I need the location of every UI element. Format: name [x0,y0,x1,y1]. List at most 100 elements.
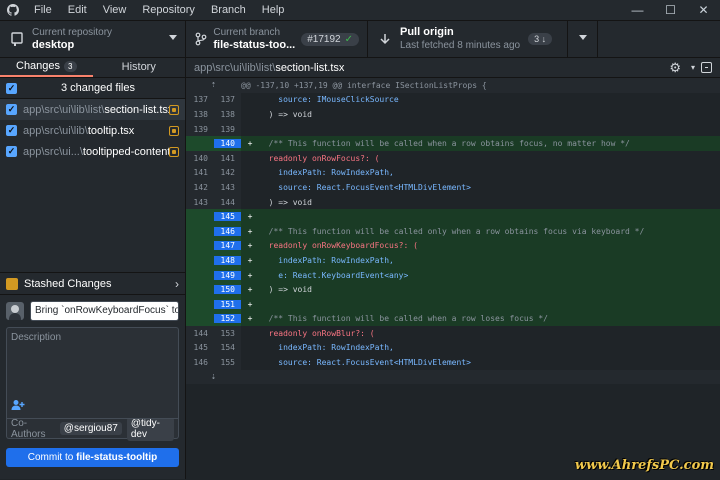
diff-line-added[interactable]: 146 + /** This function will be called on… [186,223,720,239]
line-gutter[interactable]: 138 138 [186,107,241,122]
pull-origin-button[interactable]: Pull origin Last fetched 8 minutes ago 3… [368,21,568,57]
description-placeholder: Description [11,332,62,343]
stash-icon [6,277,18,290]
line-gutter[interactable]: 150 [186,282,241,297]
menu-help[interactable]: Help [254,0,293,20]
pr-number: #17192 [307,33,341,45]
commit-summary-input[interactable]: Bring `onRowKeyboardFocus` to `Se [30,301,179,321]
file-checkbox[interactable]: ✓ [6,146,17,157]
line-gutter[interactable]: 148 [186,253,241,268]
line-gutter[interactable]: 141 142 [186,165,241,181]
diff-line-added[interactable]: 149 + e: React.KeyboardEvent<any> [186,267,720,283]
diff-line-added[interactable]: 150 + ) => void [186,282,720,297]
file-checkbox[interactable]: ✓ [6,104,17,115]
tab-changes[interactable]: Changes 3 [0,58,93,77]
diff-line-context[interactable]: 142 143 source: React.FocusEvent<HTMLDivE… [186,180,720,195]
minimize-icon[interactable]: — [621,0,654,20]
branch-icon [194,32,207,46]
line-gutter[interactable]: 144 153 [186,326,241,341]
line-gutter[interactable]: 146 155 [186,355,241,370]
new-line-number: 146 [214,226,241,236]
commit-description-field[interactable]: Description [6,327,179,419]
window-controls: — ☐ ✕ [621,0,720,20]
repository-selector[interactable]: Current repository desktop [0,21,186,57]
old-line-number: 141 [193,168,208,178]
pull-count: 3 [534,34,540,44]
file-checkbox[interactable]: ✓ [6,125,17,136]
code-text: ) => void [259,285,312,295]
menu-repository[interactable]: Repository [134,0,203,20]
branch-selector[interactable]: Current branch file-status-too... #17192… [186,21,368,57]
diff-line-context[interactable]: 138 138 ) => void [186,107,720,122]
line-gutter[interactable]: 149 [186,267,241,283]
hunk-footer: ⇣ [186,369,720,385]
coauthor-chip[interactable]: @tidy-dev [126,416,174,441]
diff-line-added[interactable]: 151 + [186,296,720,312]
repo-label: Current repository [32,27,113,38]
file-list-item[interactable]: ✓ app\src\ui\lib\tooltip.tsx [0,120,185,141]
diff-line-added[interactable]: 148 + indexPath: RowIndexPath, [186,253,720,268]
new-line-number: 149 [214,270,241,280]
diff-line-context[interactable]: 143 144 ) => void [186,194,720,210]
line-gutter[interactable]: 137 137 [186,92,241,108]
code-text: indexPath: RowIndexPath, [259,343,394,353]
menu-view[interactable]: View [95,0,135,20]
diff-line-context[interactable]: 140 141 readonly onRowFocus?: ( [186,150,720,166]
diff-line-added[interactable]: 152 + /** This function will be called wh… [186,311,720,327]
pull-request-badge[interactable]: #17192 ✓ [301,32,359,46]
stashed-changes-row[interactable]: Stashed Changes › [0,272,185,295]
sidebar-tabs: Changes 3 History [0,58,185,78]
pull-label: Pull origin [400,26,454,38]
gear-icon[interactable]: ⚙ [669,60,681,76]
diff-line-added[interactable]: 140 + /** This function will be called wh… [186,136,720,151]
diff-line-context[interactable]: 141 142 indexPath: RowIndexPath, [186,165,720,181]
maximize-icon[interactable]: ☐ [654,0,687,20]
diff-line-context[interactable]: 139 139 [186,121,720,137]
diff-line-context[interactable]: 146 155 source: React.FocusEvent<HTMLDivE… [186,355,720,370]
pull-dropdown-button[interactable] [568,21,598,57]
select-all-checkbox[interactable]: ✓ [6,82,17,94]
new-line-number: 151 [214,299,241,309]
line-gutter[interactable]: 140 [186,136,241,151]
line-gutter[interactable]: 152 [186,311,241,327]
diff-line-added[interactable]: 147 + readonly onRowKeyboardFocus?: ( [186,238,720,254]
file-dir: app\src\ui\lib\ [23,124,88,137]
line-gutter[interactable]: 151 [186,296,241,312]
diff-line-context[interactable]: 137 137 source: IMouseClickSource [186,92,720,108]
tab-history[interactable]: History [93,58,186,77]
branch-label: Current branch [213,27,281,38]
menu-file[interactable]: File [26,0,60,20]
menu-edit[interactable]: Edit [60,0,95,20]
changed-files-header: ✓ 3 changed files [0,78,185,99]
new-line-number: 141 [220,153,235,163]
coauthor-chip[interactable]: @sergiou87 [59,422,122,435]
new-line-number: 139 [220,124,235,134]
expand-down-icon[interactable]: ⇣ [186,372,241,382]
expand-up-icon[interactable]: ⇡ [186,80,241,90]
line-gutter[interactable]: 143 144 [186,194,241,210]
code-text: ) => void [259,197,312,207]
chevron-down-icon[interactable]: ▾ [691,63,695,72]
line-gutter[interactable]: 140 141 [186,150,241,166]
diff-lines: ⇡ @@ -137,10 +137,19 @@ interface ISecti… [186,78,720,370]
line-gutter[interactable]: 139 139 [186,121,241,137]
line-gutter[interactable]: 147 [186,238,241,254]
new-line-number: 148 [214,255,241,265]
file-list-item[interactable]: ✓ app\src\ui...\tooltipped-content.tsx [0,141,185,162]
line-gutter[interactable]: 146 [186,223,241,239]
diff-options-icon[interactable] [701,62,712,73]
menu-branch[interactable]: Branch [203,0,254,20]
diff-line-context[interactable]: 145 154 indexPath: RowIndexPath, [186,340,720,356]
old-line-number: 145 [193,343,208,353]
line-gutter[interactable]: 142 143 [186,180,241,195]
add-coauthor-icon[interactable] [11,399,25,414]
old-line-number: 144 [193,328,208,338]
diff-line-added[interactable]: 145 + [186,209,720,224]
close-icon[interactable]: ✕ [687,0,720,20]
line-gutter[interactable]: 145 154 [186,340,241,356]
file-list-item[interactable]: ✓ app\src\ui\lib\list\section-list.tsx [0,99,185,120]
commit-button[interactable]: Commit to file-status-tooltip [6,448,179,467]
diff-line-context[interactable]: 144 153 readonly onRowBlur?: ( [186,326,720,341]
new-line-number: 153 [220,328,235,338]
line-gutter[interactable]: 145 [186,209,241,224]
